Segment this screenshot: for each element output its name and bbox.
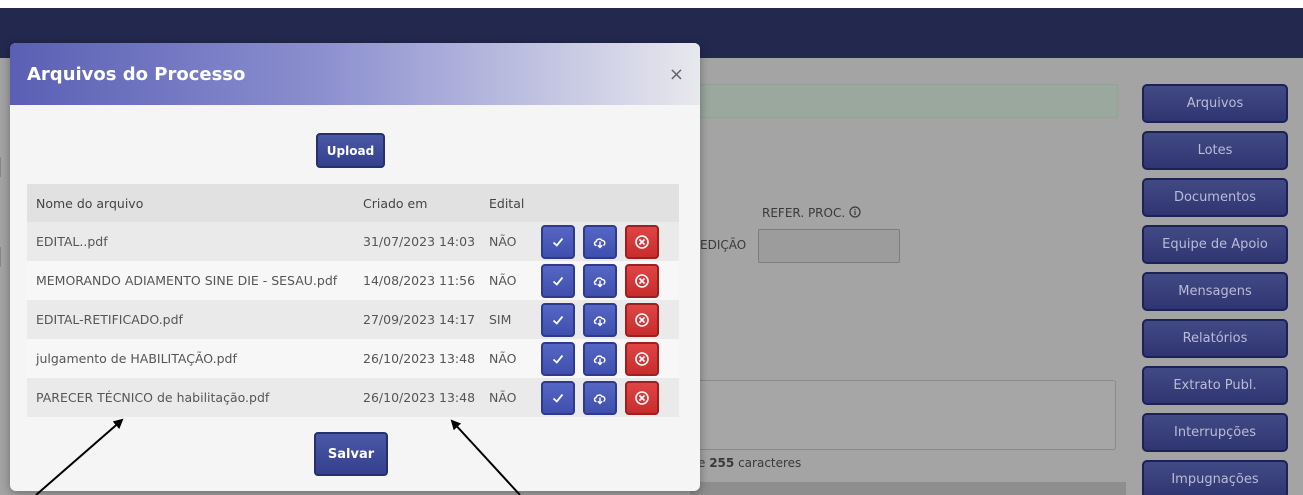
cloud-download-icon: [593, 237, 606, 248]
cloud-download-icon: [593, 354, 606, 365]
download-button[interactable]: [583, 263, 617, 298]
upload-button[interactable]: Upload: [316, 133, 385, 168]
actions-cell: [532, 339, 679, 378]
sidebar-item-relatorios[interactable]: Relatórios: [1142, 319, 1288, 358]
sidebar-item-documentos[interactable]: Documentos: [1142, 178, 1288, 217]
check-icon: [552, 393, 564, 403]
close-icon[interactable]: ×: [669, 66, 684, 84]
file-name-cell: julgamento de HABILITAÇÃO.pdf: [27, 339, 354, 378]
edital-cell: NÃO: [480, 222, 532, 261]
column-header-created-at: Criado em: [354, 184, 480, 222]
check-icon: [552, 237, 564, 247]
cloud-download-icon: [593, 315, 606, 326]
cloud-download-icon: [593, 276, 606, 287]
table-row: MEMORANDO ADIAMENTO SINE DIE - SESAU.pdf…: [27, 261, 679, 300]
left-edge-mark: [0, 247, 6, 267]
table-row: julgamento de HABILITAÇÃO.pdf 26/10/2023 …: [27, 339, 679, 378]
info-icon[interactable]: [849, 206, 861, 218]
panel-header-strip: [690, 84, 1118, 118]
created-at-cell: 27/09/2023 14:17: [354, 300, 480, 339]
edital-cell: SIM: [480, 300, 532, 339]
edital-cell: NÃO: [480, 339, 532, 378]
check-icon: [552, 276, 564, 286]
confirm-button[interactable]: [541, 341, 575, 376]
sidebar-item-equipe-de-apoio[interactable]: Equipe de Apoio: [1142, 225, 1288, 264]
files-table: Nome do arquivo Criado em Edital EDITAL.…: [27, 184, 679, 417]
table-row: PARECER TÉCNICO de habilitação.pdf 26/10/…: [27, 378, 679, 417]
sidebar-item-interrupcoes[interactable]: Interrupções: [1142, 413, 1288, 452]
actions-cell: [532, 300, 679, 339]
sidebar-item-mensagens[interactable]: Mensagens: [1142, 272, 1288, 311]
bottom-strip: [690, 482, 1126, 495]
download-button[interactable]: [583, 380, 617, 415]
refer-proc-label: REFER. PROC.: [762, 206, 861, 220]
confirm-button[interactable]: [541, 263, 575, 298]
delete-button[interactable]: [625, 263, 659, 298]
confirm-button[interactable]: [541, 302, 575, 337]
actions-cell: [532, 378, 679, 417]
refer-proc-input[interactable]: [758, 229, 900, 263]
modal-header: Arquivos do Processo ×: [10, 43, 700, 105]
download-button[interactable]: [583, 224, 617, 259]
close-circle-icon: [635, 234, 649, 249]
close-circle-icon: [635, 273, 649, 288]
files-modal: Arquivos do Processo × Upload Nome do ar…: [10, 43, 700, 491]
download-button[interactable]: [583, 302, 617, 337]
close-circle-icon: [635, 312, 649, 327]
close-circle-icon: [635, 351, 649, 366]
delete-button[interactable]: [625, 341, 659, 376]
file-name-cell: EDITAL-RETIFICADO.pdf: [27, 300, 354, 339]
cloud-download-icon: [593, 393, 606, 404]
sidebar-item-impugnacoes[interactable]: Impugnações: [1142, 460, 1288, 495]
table-row: EDITAL..pdf 31/07/2023 14:03 NÃO: [27, 222, 679, 261]
confirm-button[interactable]: [541, 380, 575, 415]
delete-button[interactable]: [625, 380, 659, 415]
edicao-label: EDIÇÃO: [700, 238, 747, 252]
check-icon: [552, 354, 564, 364]
close-circle-icon: [635, 390, 649, 405]
file-name-cell: MEMORANDO ADIAMENTO SINE DIE - SESAU.pdf: [27, 261, 354, 300]
created-at-cell: 26/10/2023 13:48: [354, 339, 480, 378]
confirm-button[interactable]: [541, 224, 575, 259]
created-at-cell: 14/08/2023 11:56: [354, 261, 480, 300]
left-edge-mark: [0, 157, 6, 177]
modal-title: Arquivos do Processo: [27, 63, 246, 85]
sidebar-item-extrato-publ[interactable]: Extrato Publ.: [1142, 366, 1288, 405]
column-header-file-name: Nome do arquivo: [27, 184, 354, 222]
sidebar-item-arquivos[interactable]: Arquivos: [1142, 84, 1288, 123]
char-limit-text: e 255 caracteres: [698, 456, 802, 470]
edital-cell: NÃO: [480, 261, 532, 300]
download-button[interactable]: [583, 341, 617, 376]
actions-cell: [532, 222, 679, 261]
actions-cell: [532, 261, 679, 300]
delete-button[interactable]: [625, 302, 659, 337]
table-row: EDITAL-RETIFICADO.pdf 27/09/2023 14:17 SIM: [27, 300, 679, 339]
file-name-cell: EDITAL..pdf: [27, 222, 354, 261]
file-name-cell: PARECER TÉCNICO de habilitação.pdf: [27, 378, 354, 417]
column-header-actions: [532, 184, 679, 222]
created-at-cell: 31/07/2023 14:03: [354, 222, 480, 261]
delete-button[interactable]: [625, 224, 659, 259]
check-icon: [552, 315, 564, 325]
created-at-cell: 26/10/2023 13:48: [354, 378, 480, 417]
sidebar-item-lotes[interactable]: Lotes: [1142, 131, 1288, 170]
save-button[interactable]: Salvar: [314, 432, 388, 476]
column-header-edital: Edital: [480, 184, 532, 222]
observation-textarea[interactable]: [690, 380, 1116, 450]
edital-cell: NÃO: [480, 378, 532, 417]
